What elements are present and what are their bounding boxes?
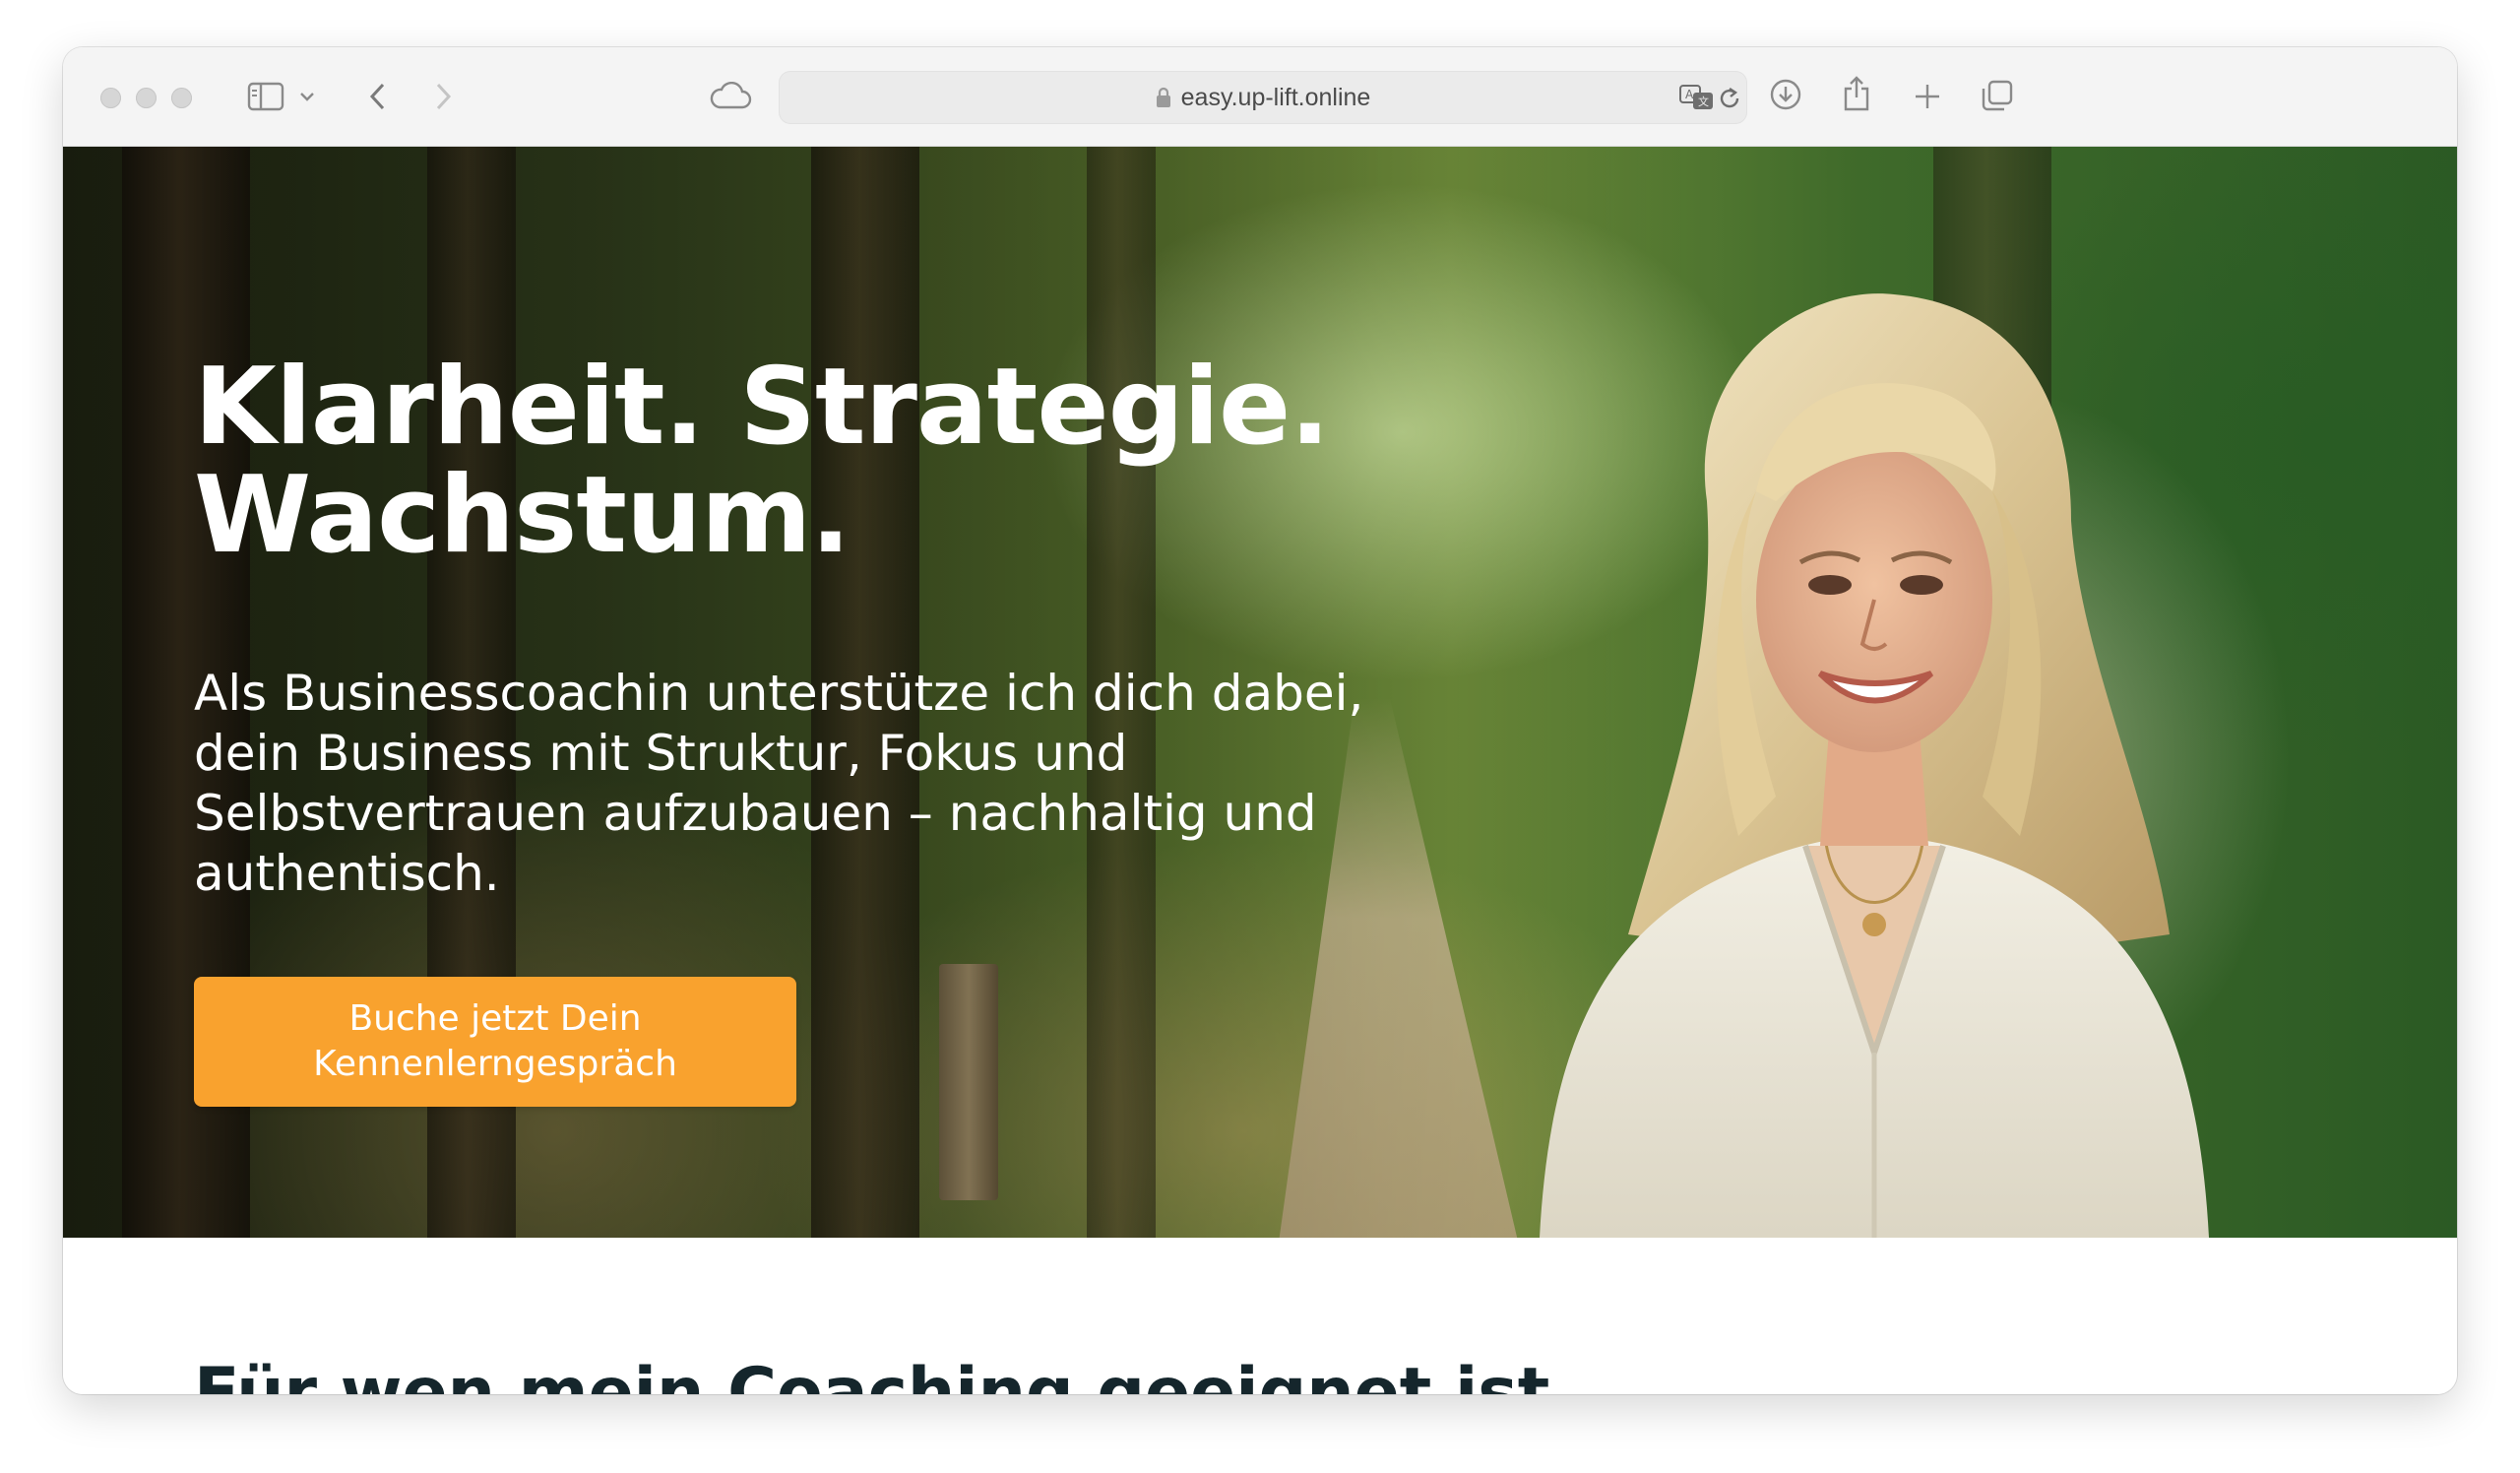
url-text: easy.up-lift.online xyxy=(1180,83,1371,111)
book-intro-call-button[interactable]: Buche jetzt Dein Kennenlerngespräch xyxy=(194,977,796,1107)
book-intro-call-label: Buche jetzt Dein Kennenlerngespräch xyxy=(313,998,677,1084)
translate-button[interactable]: A 文 xyxy=(1679,82,1715,113)
cloud-icon xyxy=(710,82,752,109)
chevron-left-icon xyxy=(369,83,385,110)
share-button[interactable] xyxy=(1837,73,1876,114)
hero-headline: Klarheit. Strategie. Wachstum. xyxy=(194,353,1375,570)
sidebar-menu-button[interactable] xyxy=(295,85,319,108)
forward-button[interactable] xyxy=(423,77,463,116)
hero-headline-line-2: Wachstum. xyxy=(194,454,850,577)
address-bar[interactable]: easy.up-lift.online A 文 xyxy=(779,71,1747,124)
browser-toolbar: easy.up-lift.online A 文 xyxy=(63,47,2457,147)
hero-subtext: Als Businesscoachin unterstütze ich dich… xyxy=(194,665,1364,902)
hero-headline-line-1: Klarheit. Strategie. xyxy=(194,346,1330,469)
back-button[interactable] xyxy=(358,77,398,116)
download-icon xyxy=(1770,79,1801,110)
downloads-button[interactable] xyxy=(1766,75,1805,114)
reload-icon xyxy=(1720,88,1739,108)
audience-section: Für wen mein Coaching geeignet ist xyxy=(63,1238,2457,1394)
share-icon xyxy=(1844,76,1869,111)
reload-button[interactable] xyxy=(1715,84,1744,113)
sidebar-icon xyxy=(247,82,284,111)
icloud-tabs-button[interactable] xyxy=(707,77,754,116)
browser-window: easy.up-lift.online A 文 Klarheit. Strate… xyxy=(63,47,2457,1394)
plus-icon xyxy=(1916,85,1939,108)
svg-text:文: 文 xyxy=(1698,95,1709,108)
sidebar-toggle-button[interactable] xyxy=(244,77,287,116)
section-title: Für wen mein Coaching geeignet ist xyxy=(194,1354,1550,1394)
minimize-window-button[interactable] xyxy=(136,88,157,108)
translate-icon: A 文 xyxy=(1679,85,1713,109)
close-window-button[interactable] xyxy=(100,88,121,108)
zoom-window-button[interactable] xyxy=(171,88,192,108)
coach-portrait-image xyxy=(1540,293,2209,1238)
lock-icon xyxy=(1156,87,1170,107)
chevron-down-icon xyxy=(300,93,314,101)
tab-overview-icon xyxy=(1982,80,2013,111)
tab-overview-button[interactable] xyxy=(1977,75,2018,116)
new-tab-button[interactable] xyxy=(1908,77,1947,116)
svg-text:A: A xyxy=(1685,88,1694,101)
chevron-right-icon xyxy=(436,83,452,110)
hero-section: Klarheit. Strategie. Wachstum. Als Busin… xyxy=(63,147,2457,1238)
